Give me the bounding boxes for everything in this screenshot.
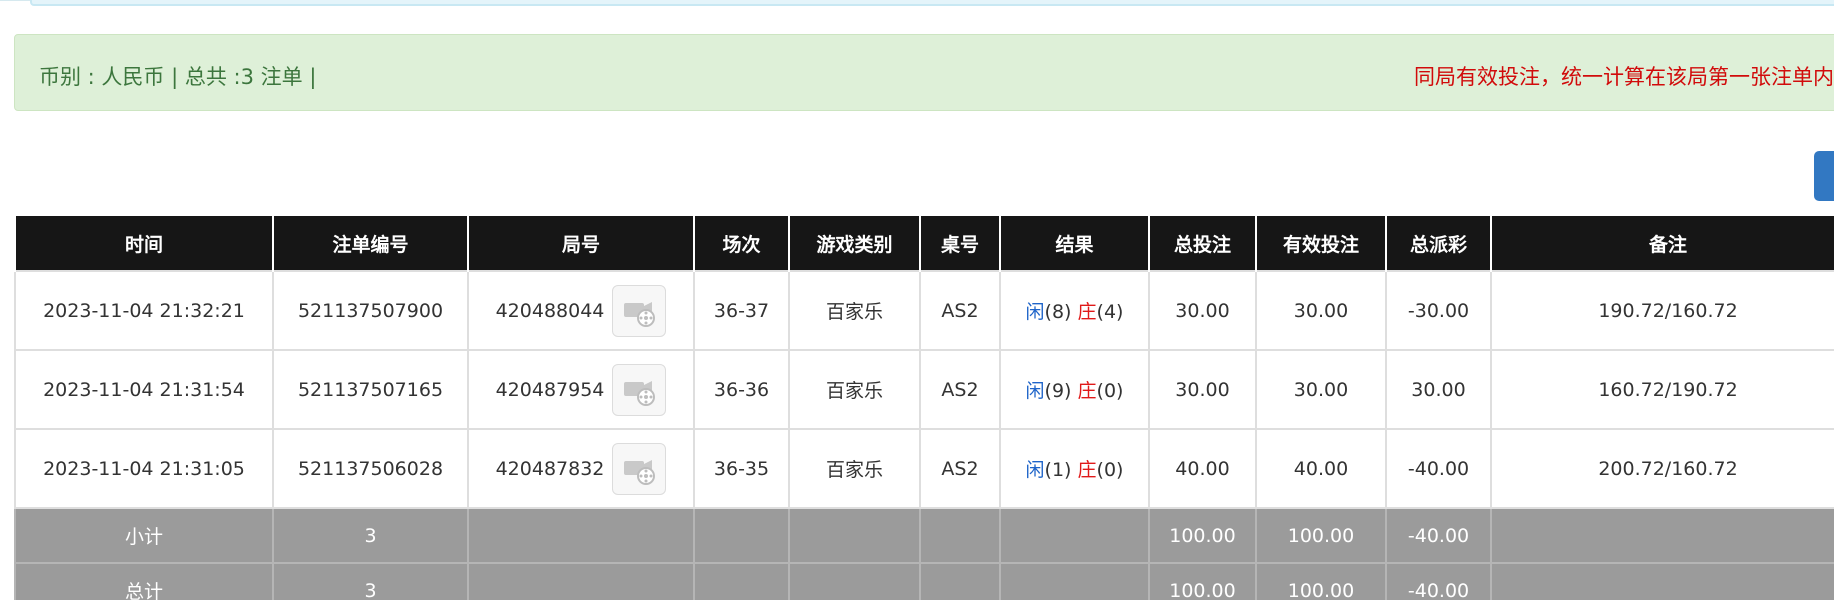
table-row: 2023-11-04 21:31:54 521137507165 4204879… [14,349,1834,430]
total-empty [919,562,1001,600]
cell-table-no: AS2 [919,428,1001,509]
header-table-no[interactable]: 桌号 [919,216,1001,271]
header-bet-id[interactable]: 注单编号 [272,216,469,271]
subtotal-empty [693,507,790,564]
result-player-value: (8) [1044,301,1072,323]
subtotal-empty [788,507,921,564]
subtotal-valid-bet: 100.00 [1255,507,1387,564]
currency-count-text: 币别 : 人民币 | 总共 :3 注单 | [39,65,317,89]
video-replay-icon[interactable] [612,363,667,416]
result-player-value: (1) [1044,459,1072,481]
cell-remark: 160.72/190.72 [1490,349,1834,430]
cell-session: 36-37 [693,270,790,351]
cell-time: 2023-11-04 21:32:21 [14,270,274,351]
cell-time: 2023-11-04 21:31:54 [14,349,274,430]
cell-valid-bet: 40.00 [1255,428,1387,509]
cell-total-bet: 40.00 [1148,428,1257,509]
cell-bet-id: 521137507165 [272,349,469,430]
result-banker-label: 庄 [1077,380,1097,402]
subtotal-empty [467,507,695,564]
cell-payout: -40.00 [1385,428,1492,509]
result-player-label: 闲 [1025,301,1045,323]
total-empty [693,562,790,600]
cell-table-no: AS2 [919,270,1001,351]
total-empty [1490,562,1834,600]
header-valid-bet[interactable]: 有效投注 [1255,216,1387,271]
cell-game-type: 百家乐 [788,428,921,509]
cell-game-type: 百家乐 [788,270,921,351]
result-banker-value: (0) [1096,459,1124,481]
cell-round-id: 420487954 [467,349,695,430]
cell-total-bet: 30.00 [1148,349,1257,430]
result-banker-value: (0) [1096,380,1124,402]
round-id-text: 420487832 [495,457,605,480]
table-header-row: 时间 注单编号 局号 场次 游戏类别 桌号 结果 总投注 有效投注 总派彩 备注 [14,216,1834,271]
result-banker-value: (4) [1096,301,1124,323]
cell-time: 2023-11-04 21:31:05 [14,428,274,509]
subtotal-payout: -40.00 [1385,507,1492,564]
header-payout[interactable]: 总派彩 [1385,216,1492,271]
cell-bet-id: 521137507900 [272,270,469,351]
header-result[interactable]: 结果 [999,216,1150,271]
result-player-label: 闲 [1025,459,1045,481]
header-remark[interactable]: 备注 [1490,216,1834,271]
subtotal-empty [999,507,1150,564]
cell-result: 闲(9) 庄(0) [999,349,1150,430]
total-payout: -40.00 [1385,562,1492,600]
cell-session: 36-36 [693,349,790,430]
total-row: 总计 3 100.00 100.00 -40.00 [14,562,1834,600]
subtotal-label: 小计 [14,507,274,564]
video-replay-icon[interactable] [612,284,667,337]
round-id-text: 420488044 [495,299,605,322]
header-session[interactable]: 场次 [693,216,790,271]
cell-result: 闲(1) 庄(0) [999,428,1150,509]
cell-round-id: 420487832 [467,428,695,509]
total-empty [999,562,1150,600]
cell-round-id: 420488044 [467,270,695,351]
video-replay-icon[interactable] [612,442,667,495]
round-id-text: 420487954 [495,378,605,401]
result-player-value: (9) [1044,380,1072,402]
total-empty [788,562,921,600]
cell-payout: 30.00 [1385,349,1492,430]
result-banker-label: 庄 [1077,301,1097,323]
cell-game-type: 百家乐 [788,349,921,430]
subtotal-empty [919,507,1001,564]
header-round-id[interactable]: 局号 [467,216,695,271]
cell-valid-bet: 30.00 [1255,349,1387,430]
top-panel-edge [30,0,1834,6]
notice-text: 同局有效投注，统一计算在该局第一张注单内 [1414,65,1834,89]
result-banker-label: 庄 [1077,459,1097,481]
action-button[interactable] [1814,151,1834,201]
total-count: 3 [272,562,469,600]
subtotal-empty [1490,507,1834,564]
cell-total-bet: 30.00 [1148,270,1257,351]
header-total-bet[interactable]: 总投注 [1148,216,1257,271]
cell-valid-bet: 30.00 [1255,270,1387,351]
cell-result: 闲(8) 庄(4) [999,270,1150,351]
summary-info-bar: 币别 : 人民币 | 总共 :3 注单 | 同局有效投注，统一计算在该局第一张注… [14,34,1834,111]
total-label: 总计 [14,562,274,600]
subtotal-row: 小计 3 100.00 100.00 -40.00 [14,507,1834,564]
cell-remark: 200.72/160.72 [1490,428,1834,509]
header-time[interactable]: 时间 [14,216,274,271]
cell-remark: 190.72/160.72 [1490,270,1834,351]
total-total-bet: 100.00 [1148,562,1257,600]
total-empty [467,562,695,600]
cell-bet-id: 521137506028 [272,428,469,509]
cell-session: 36-35 [693,428,790,509]
subtotal-count: 3 [272,507,469,564]
bet-records-table: 时间 注单编号 局号 场次 游戏类别 桌号 结果 总投注 有效投注 总派彩 备注… [14,216,1834,600]
bet-records-page: 币别 : 人民币 | 总共 :3 注单 | 同局有效投注，统一计算在该局第一张注… [0,0,1834,600]
cell-table-no: AS2 [919,349,1001,430]
table-row: 2023-11-04 21:32:21 521137507900 4204880… [14,270,1834,351]
cell-payout: -30.00 [1385,270,1492,351]
result-player-label: 闲 [1025,380,1045,402]
subtotal-total-bet: 100.00 [1148,507,1257,564]
header-game-type[interactable]: 游戏类别 [788,216,921,271]
table-row: 2023-11-04 21:31:05 521137506028 4204878… [14,428,1834,509]
total-valid-bet: 100.00 [1255,562,1387,600]
